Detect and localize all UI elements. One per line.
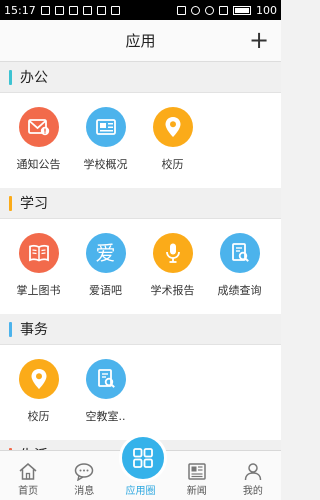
mail-alert-icon — [18, 107, 59, 147]
news-icon — [85, 107, 126, 147]
microphone-icon — [152, 233, 193, 273]
app-grid: 通知公告 学校概况 校历 — [0, 93, 281, 188]
app-item[interactable]: 校历 — [139, 107, 206, 188]
app-sections: 办公通知公告学校概况校历学习掌上图书爱爱语吧学术报告成绩查询事务校历空教室..生… — [0, 62, 281, 450]
section-header: 学习 — [0, 188, 281, 219]
app-item[interactable]: 空教室.. — [72, 359, 139, 440]
tab-4[interactable]: 我的 — [225, 451, 281, 500]
app-item[interactable]: 成绩查询 — [206, 233, 273, 314]
page-title: 应用 — [125, 32, 156, 50]
section-accent-bar — [9, 195, 12, 211]
app-item[interactable]: 通知公告 — [5, 107, 72, 188]
section-header: 事务 — [0, 314, 281, 345]
tab-label: 我的 — [242, 486, 263, 497]
location-pin-icon — [18, 359, 59, 399]
signal-icon — [219, 5, 228, 15]
bluetooth-icon — [177, 5, 186, 15]
app-label: 校历 — [161, 158, 184, 171]
section-header: 办公 — [0, 62, 281, 93]
app-item[interactable]: 爱爱语吧 — [72, 233, 139, 314]
more-icon — [110, 5, 120, 15]
message-icon — [96, 5, 106, 15]
newspaper-icon — [187, 461, 207, 481]
tab-3[interactable]: 新闻 — [169, 451, 225, 500]
tab-label: 新闻 — [186, 486, 207, 497]
section-accent-bar — [9, 69, 12, 85]
chat-icon — [74, 461, 94, 481]
app-label: 掌上图书 — [16, 284, 61, 297]
status-bar: 15:17 100 — [0, 0, 281, 20]
app-label: 学校概况 — [83, 158, 128, 171]
app-item[interactable]: 学校概况 — [72, 107, 139, 188]
tab-label: 首页 — [18, 486, 39, 497]
app-item[interactable]: 校历 — [5, 359, 72, 440]
document-search-icon — [219, 233, 260, 273]
section-accent-bar — [9, 321, 12, 337]
app-label: 学术报告 — [150, 284, 195, 297]
battery-icon — [233, 5, 251, 15]
tab-label: 应用圈 — [125, 486, 156, 497]
app-label: 爱语吧 — [89, 284, 122, 297]
tab-0[interactable]: 首页 — [0, 451, 56, 500]
camera-icon — [54, 5, 64, 15]
book-icon — [18, 233, 59, 273]
home-icon — [18, 461, 38, 481]
tab-label: 消息 — [74, 486, 95, 497]
app-label: 成绩查询 — [217, 284, 262, 297]
battery-level: 100 — [256, 3, 277, 17]
storage-icon — [68, 5, 78, 15]
status-time: 15:17 — [4, 3, 36, 17]
download-icon — [82, 5, 92, 15]
section-title: 学习 — [20, 196, 48, 212]
tab-1[interactable]: 消息 — [56, 451, 112, 500]
person-icon — [243, 461, 263, 481]
app-grid: 校历 空教室.. — [0, 345, 281, 440]
app-label: 校历 — [27, 410, 50, 423]
usb-icon — [40, 5, 50, 15]
location-pin-icon — [152, 107, 193, 147]
bottom-tab-bar: 首页 消息 应用圈 新闻 我的 — [0, 434, 281, 500]
ai-character-icon: 爱 — [85, 233, 126, 273]
app-header: 应用 + — [0, 20, 281, 62]
alarm-icon — [191, 5, 200, 15]
section-title: 事务 — [20, 322, 48, 338]
app-label: 通知公告 — [16, 158, 61, 171]
app-label: 空教室.. — [85, 410, 126, 423]
wifi-icon — [205, 5, 214, 15]
section-title: 办公 — [20, 70, 48, 86]
document-search-icon — [85, 359, 126, 399]
app-item[interactable]: 掌上图书 — [5, 233, 72, 314]
app-grid: 掌上图书爱爱语吧 学术报告 成绩查询 — [0, 219, 281, 314]
apps-grid-icon[interactable] — [119, 434, 167, 482]
app-item[interactable]: 学术报告 — [139, 233, 206, 314]
add-button[interactable]: + — [249, 28, 269, 52]
